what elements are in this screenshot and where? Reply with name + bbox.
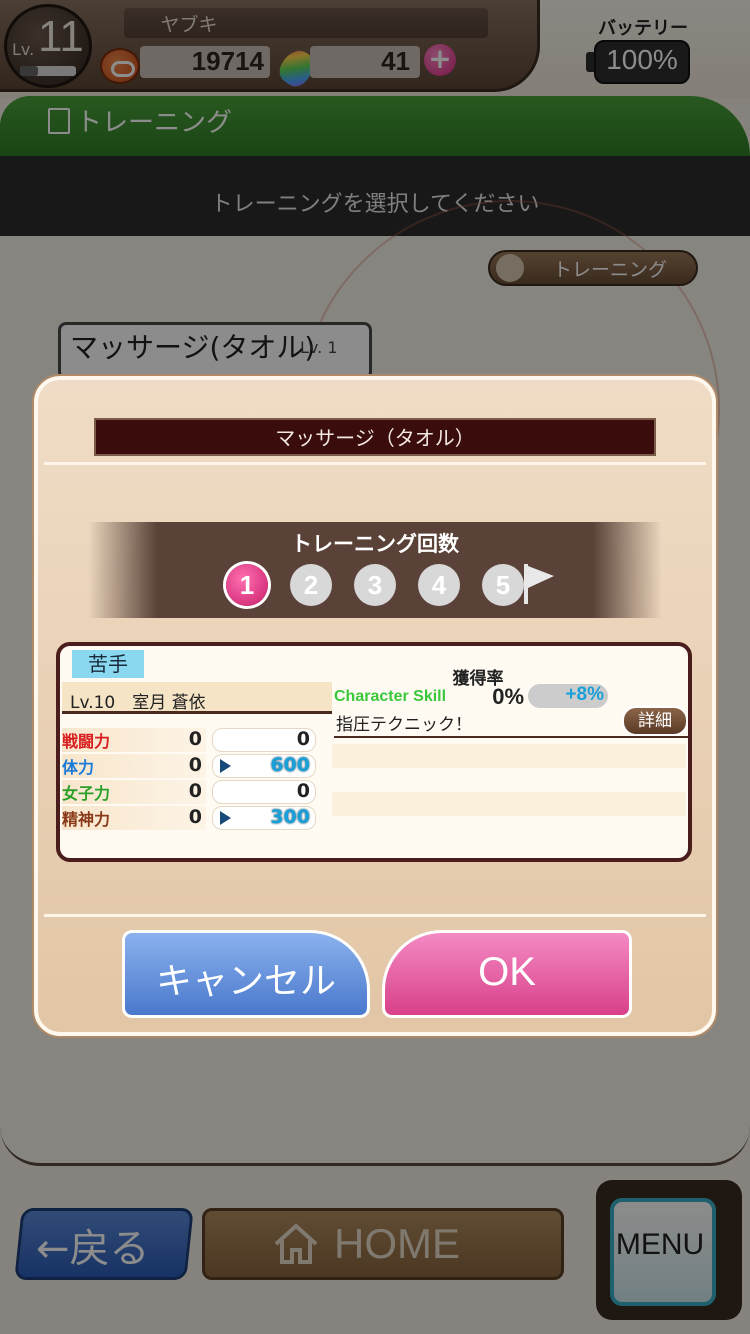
stat-gain-stamina: 600 [270,754,310,776]
training-count-3[interactable]: 3 [354,564,396,606]
divider [44,914,706,917]
stat-current-stamina: 0 [188,754,202,776]
stat-current-spirit: 0 [188,806,202,828]
character-skill-label: Character Skill [334,688,447,705]
detail-button[interactable]: 詳細 [622,706,688,736]
skill-name: 指圧テクニック！ [336,715,472,735]
stat-gain-combat: 0 [296,728,310,750]
stat-gain-charm: 0 [296,780,310,802]
dialog-title: マッサージ（タオル） [275,426,475,450]
cancel-label: キャンセル [155,961,336,1002]
training-count-2[interactable]: 2 [290,564,332,606]
ok-label: OK [478,950,536,994]
training-count-1[interactable]: 1 [226,564,268,606]
stat-gain-spirit: 300 [270,806,310,828]
rate-bonus-value: +8% [565,684,604,705]
empty-skill-row [332,792,686,816]
stat-current-charm: 0 [188,780,202,802]
stat-current-combat: 0 [188,728,202,750]
goal-flag-icon [524,564,554,604]
training-count-5[interactable]: 5 [482,564,524,606]
training-count-4[interactable]: 4 [418,564,460,606]
training-count-title: トレーニング回数 [291,532,459,556]
character-name: Lv.10 室月 蒼依 [70,693,206,713]
divider [44,462,706,465]
acquire-rate-value: 0% [492,684,524,709]
skill-divider [334,736,688,738]
empty-skill-row [332,744,686,768]
weak-badge: 苦手 [72,650,144,678]
